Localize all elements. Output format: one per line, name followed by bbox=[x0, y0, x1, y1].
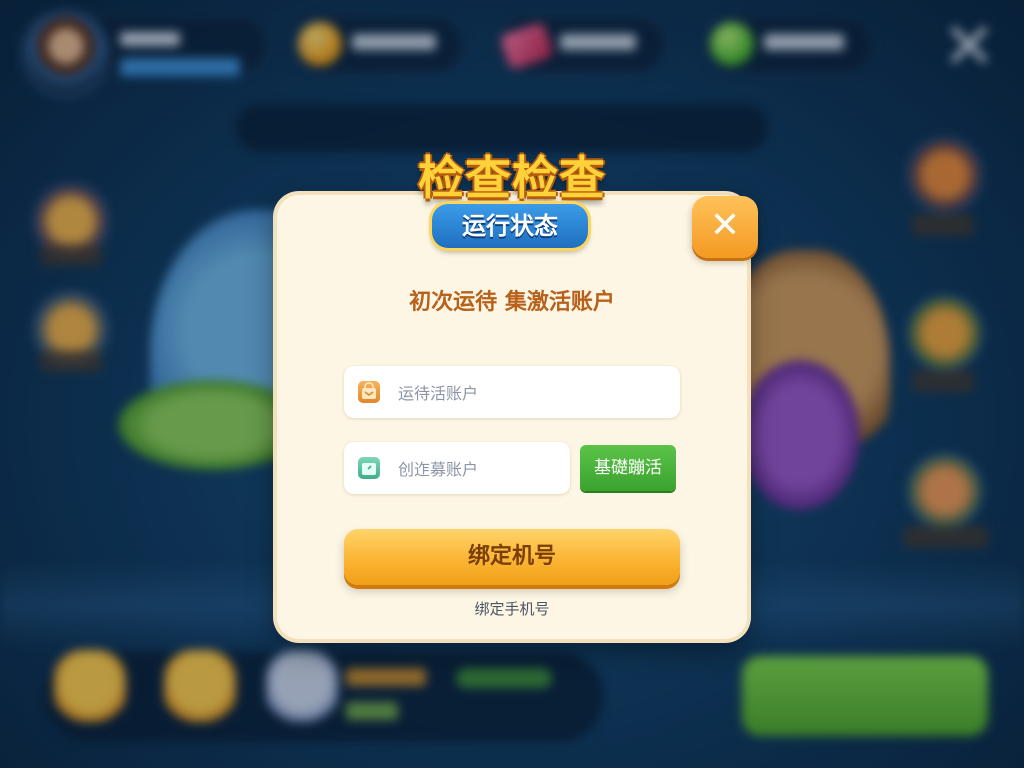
dialog-status-badge: 运行状态 bbox=[432, 204, 588, 248]
dialog-subtitle: 初次运待 集激活账户 bbox=[409, 290, 615, 315]
dialog-title-badge: 检查检查 运行状态 bbox=[380, 138, 644, 254]
code-field[interactable] bbox=[344, 442, 570, 494]
account-field[interactable] bbox=[344, 366, 680, 418]
close-icon: ✕ bbox=[709, 205, 741, 246]
bind-phone-button[interactable]: 绑定机号 bbox=[344, 529, 680, 585]
bag-icon bbox=[358, 381, 380, 403]
wallet-icon bbox=[358, 457, 380, 479]
close-button[interactable]: ✕ bbox=[692, 196, 758, 258]
bind-phone-link[interactable]: 绑定手机号 bbox=[277, 598, 747, 619]
code-input[interactable] bbox=[396, 452, 560, 486]
activate-button[interactable]: 基礎蹦活 bbox=[580, 445, 676, 491]
account-input[interactable] bbox=[396, 376, 670, 410]
dialog-title: 检查检查 bbox=[418, 151, 606, 205]
